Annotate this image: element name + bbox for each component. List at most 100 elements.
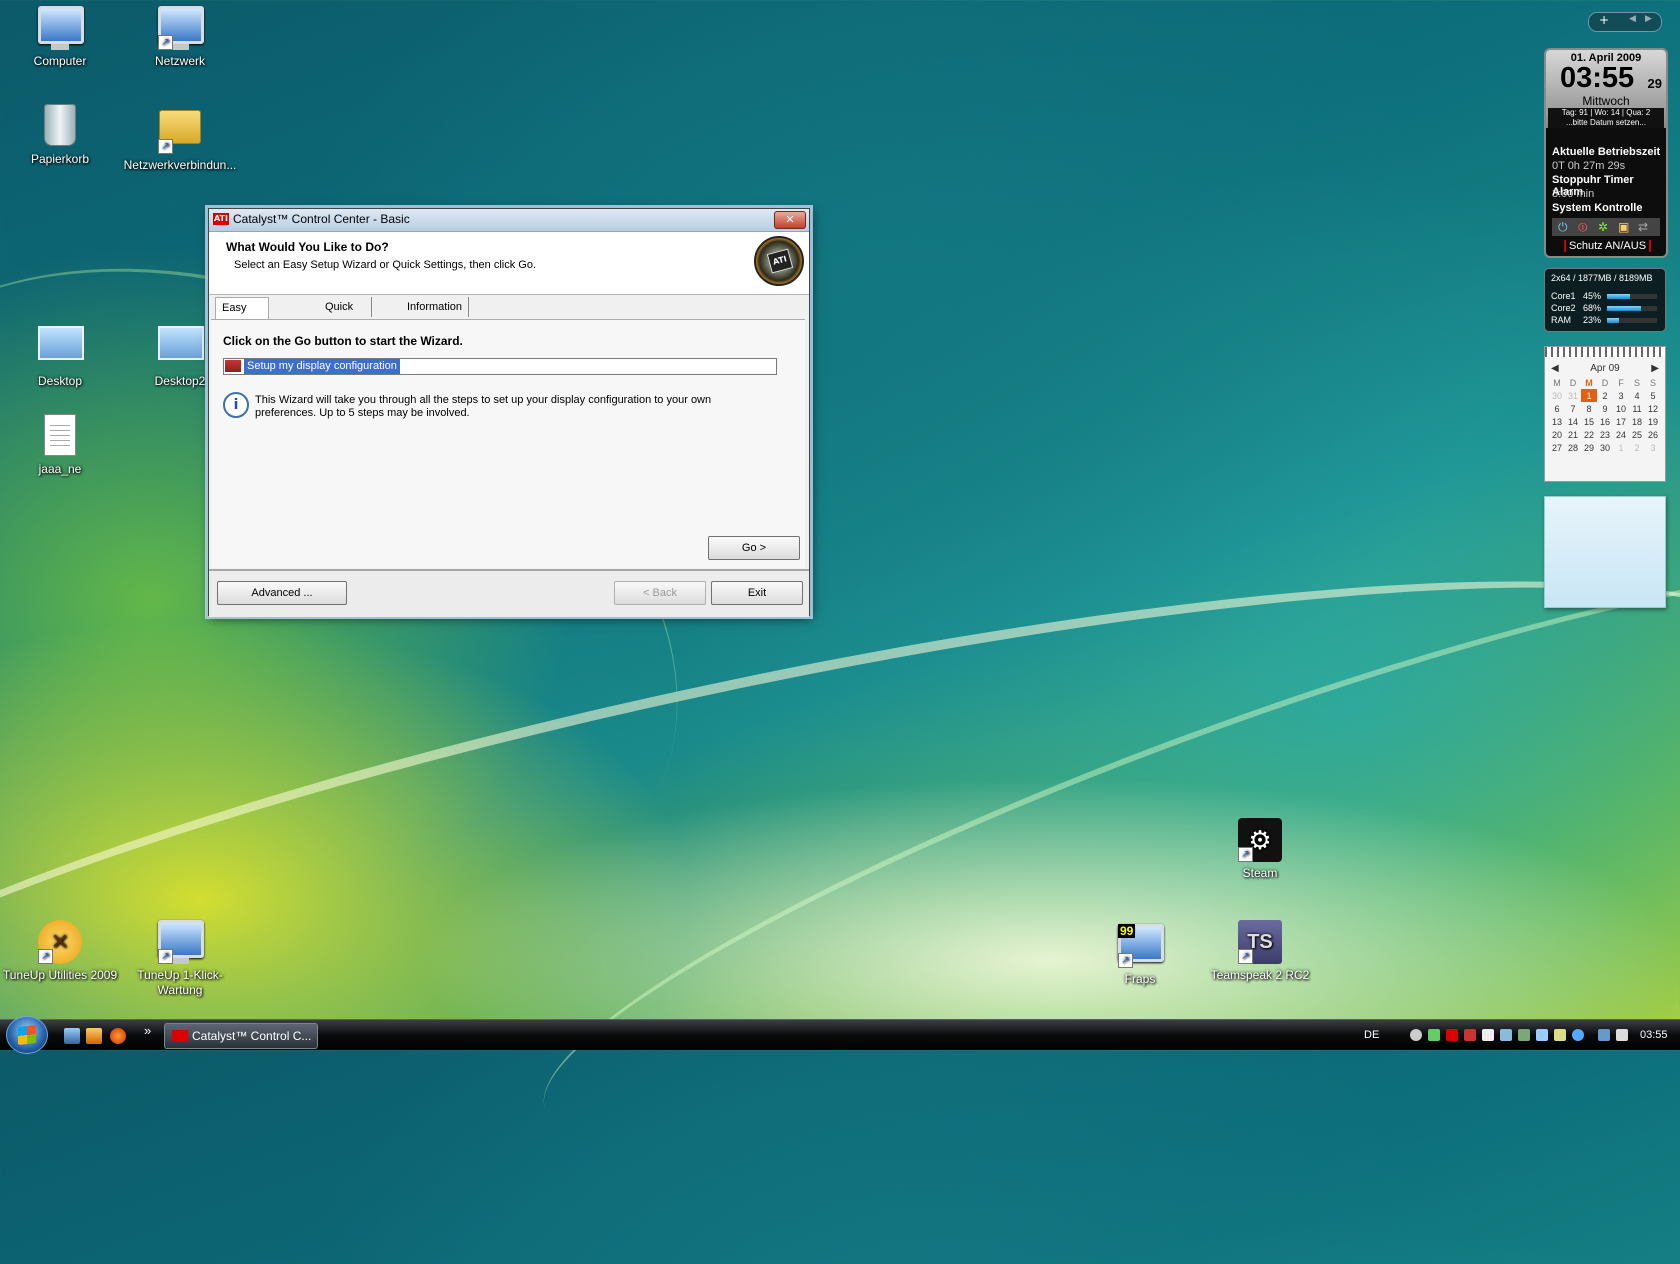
network-folder-icon: ↗: [158, 110, 202, 154]
desktop-icon-tuneup-wartung[interactable]: ↗ TuneUp 1-Klick-Wartung: [120, 920, 240, 998]
wizard-lead-text: Click on the Go button to start the Wiza…: [223, 334, 463, 348]
windows-logo-icon: [18, 1025, 36, 1045]
dialog-header: What Would You Like to Do? Select an Eas…: [209, 232, 809, 295]
steam-icon: ⚙ ↗: [1238, 818, 1282, 862]
wizard-list[interactable]: Setup my display configuration: [223, 358, 777, 375]
icon-label: TuneUp Utilities 2009: [2, 968, 118, 982]
icon-label: Netzwerkverbindun...: [123, 158, 237, 172]
sidebar-next-icon[interactable]: ▶: [1645, 14, 1652, 24]
start-button[interactable]: [6, 1016, 48, 1054]
tuneup-monitor-icon: ↗: [158, 920, 204, 964]
icon-label: Desktop: [37, 374, 83, 388]
icon-label: Papierkorb: [30, 152, 90, 166]
desktop-icon-papierkorb[interactable]: Papierkorb: [0, 104, 120, 167]
desktop-icon-jaaa-ne[interactable]: jaaa_ne: [0, 414, 120, 477]
advanced-button[interactable]: Advanced ...: [217, 581, 347, 605]
taskbar-item-catalyst[interactable]: Catalyst™ Control C...: [164, 1023, 318, 1049]
tray-icon[interactable]: [1482, 1029, 1494, 1041]
dialog-subheading: Select an Easy Setup Wizard or Quick Set…: [234, 259, 537, 271]
display-wizard-icon: [225, 360, 241, 372]
network-tray-icon[interactable]: [1598, 1029, 1610, 1041]
clock-gadget[interactable]: 01. April 2009 03:55 29 Mittwoch Tag: 91…: [1544, 48, 1668, 258]
back-button[interactable]: < Back: [614, 581, 706, 605]
quicklaunch-more-icon[interactable]: »: [144, 1016, 151, 1046]
ati-logo-icon: ATI: [754, 236, 804, 286]
desktop-icon-netzwerkverbindungen[interactable]: ↗ Netzwerkverbindun...: [120, 104, 240, 173]
tab-quick-settings[interactable]: Quick Settings: [319, 297, 372, 333]
icon-label: Netzwerk: [154, 54, 205, 68]
language-indicator[interactable]: DE: [1364, 1020, 1379, 1050]
calendar-prev-icon[interactable]: ◀: [1551, 363, 1559, 374]
screenshot-file-icon: [38, 326, 84, 370]
clock-tray[interactable]: 03:55: [1640, 1020, 1668, 1050]
desktop-icon-desktop[interactable]: Desktop: [0, 318, 120, 389]
protection-toggle[interactable]: Schutz AN/AUS: [1564, 240, 1652, 252]
title-bar[interactable]: ATI Catalyst™ Control Center - Basic ✕: [209, 209, 809, 232]
timer-value[interactable]: 3:00 min: [1552, 188, 1594, 200]
add-gadget-icon[interactable]: +: [1599, 13, 1609, 27]
dialog-footer: Advanced ... < Back Exit: [209, 569, 809, 617]
sidebar-controls[interactable]: + ◀ ▶: [1588, 12, 1662, 32]
icon-label: Computer: [33, 54, 87, 68]
tray-icon[interactable]: [1554, 1029, 1566, 1041]
tray-icon[interactable]: [1464, 1029, 1476, 1041]
power-icon[interactable]: ⏻: [1558, 220, 1568, 235]
taskbar-item-label: Catalyst™ Control C...: [192, 1029, 312, 1043]
calendar-month: Apr 09: [1590, 363, 1620, 374]
sidebar-prev-icon[interactable]: ◀: [1629, 14, 1636, 24]
wizard-item-display-configuration[interactable]: Setup my display configuration: [244, 359, 400, 374]
usage-bar: [1607, 294, 1657, 299]
notes-gadget[interactable]: [1544, 496, 1666, 608]
network-icon: ↗: [158, 6, 204, 50]
tray-icon[interactable]: [1572, 1029, 1584, 1041]
desktop-icon-fraps[interactable]: 99 ↗ Fraps: [1080, 920, 1200, 987]
restart-icon[interactable]: ⏼: [1578, 220, 1588, 235]
desktop-icon-netzwerk[interactable]: ↗ Netzwerk: [120, 6, 240, 69]
sleep-icon[interactable]: ✲: [1598, 220, 1608, 234]
system-control-buttons[interactable]: ⏻ ⏼ ✲ ▣ ⇄: [1552, 218, 1660, 236]
wizard-description: This Wizard will take you through all th…: [255, 394, 712, 419]
volume-icon[interactable]: [1616, 1029, 1628, 1041]
go-button[interactable]: Go >: [708, 536, 800, 560]
icon-label: jaaa_ne: [38, 462, 82, 476]
cpu-meter-gadget: 2x64 / 1877MB / 8189MB Core1 45% Core2 68%…: [1544, 268, 1666, 332]
usage-bar: [1607, 306, 1657, 311]
calendar-gadget[interactable]: ◀ Apr 09 ▶ MDMDFSS 30 31 1 2 3 4 5 6 7 8 9 10 11 12 …: [1544, 346, 1666, 482]
desktop-icon-computer[interactable]: Computer: [0, 6, 120, 69]
exit-button[interactable]: Exit: [711, 581, 803, 605]
logoff-icon[interactable]: ⇄: [1638, 220, 1648, 234]
cpu-row: Core1 45%: [1551, 291, 1659, 301]
fraps-icon: 99 ↗: [1118, 924, 1164, 968]
icon-label: TuneUp 1-Klick-Wartung: [137, 968, 223, 997]
teamspeak-icon: TS ↗: [1238, 920, 1282, 964]
tray-icon[interactable]: [1500, 1029, 1512, 1041]
desktop-icon-steam[interactable]: ⚙ ↗ Steam: [1200, 818, 1320, 881]
lock-icon[interactable]: ▣: [1618, 220, 1629, 234]
window-title: Catalyst™ Control Center - Basic: [233, 212, 410, 226]
ati-icon: ATI: [213, 213, 229, 225]
tab-information-center[interactable]: Information Center: [401, 297, 470, 333]
media-player-icon[interactable]: [86, 1028, 102, 1044]
calendar-today[interactable]: 1: [1581, 389, 1597, 402]
clock-info: Tag: 91 | Wo: 14 | Qua: 2 ...bitte Datum…: [1548, 108, 1664, 128]
calendar-grid: MDMDFSS 30 31 1 2 3 4 5 6 7 8 9 10 11 12 13 14 15 16 17 1…: [1551, 377, 1658, 453]
tray-icon[interactable]: [1518, 1029, 1530, 1041]
ati-tray-icon[interactable]: [1446, 1029, 1458, 1041]
close-icon: ✕: [785, 213, 795, 226]
tray-icon[interactable]: [1428, 1029, 1440, 1041]
clock-weekday: Mittwoch: [1582, 94, 1630, 108]
recycle-bin-icon: [38, 104, 82, 148]
taskbar: » Catalyst™ Control C... DE 03:55: [0, 1016, 1680, 1054]
desktop-icon-teamspeak[interactable]: TS ↗ Teamspeak 2 RC2: [1200, 920, 1320, 983]
computer-icon: [38, 6, 84, 50]
cpu-row: Core2 68%: [1551, 303, 1659, 313]
icon-label: Fraps: [1124, 972, 1156, 986]
firefox-icon[interactable]: [110, 1028, 126, 1044]
desktop-icon-tuneup-utilities[interactable]: ✕ ↗ TuneUp Utilities 2009: [0, 920, 120, 983]
show-desktop-icon[interactable]: [64, 1028, 80, 1044]
close-button[interactable]: ✕: [774, 211, 806, 229]
tab-easy-setup-wizards[interactable]: Easy Setup Wizards: [215, 297, 269, 354]
tray-icon[interactable]: [1410, 1029, 1422, 1041]
calendar-next-icon[interactable]: ▶: [1651, 363, 1659, 374]
tray-icon[interactable]: [1536, 1029, 1548, 1041]
